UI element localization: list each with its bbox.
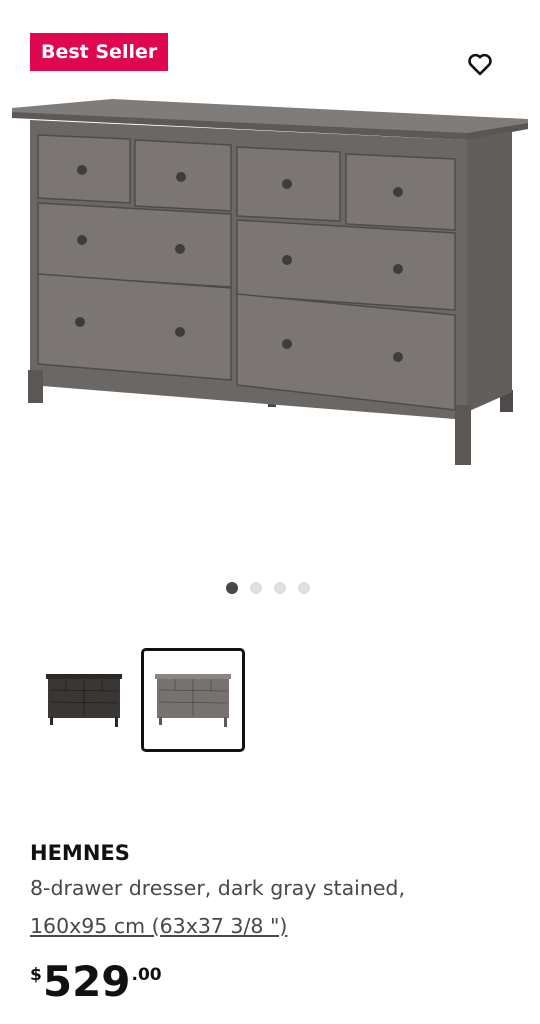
favorite-button[interactable] [460, 44, 500, 84]
thumbnail-dark-gray-selected[interactable] [141, 648, 245, 752]
heart-outline-icon [468, 53, 492, 76]
dresser-thumbnail-image [46, 674, 122, 727]
price-integer: 529 [42, 957, 131, 1006]
best-seller-badge: Best Seller [30, 33, 169, 71]
carousel-dot[interactable] [274, 582, 286, 594]
price-currency: $ [30, 965, 42, 985]
product-name: HEMNES [30, 841, 130, 865]
carousel-dot[interactable] [250, 582, 262, 594]
carousel-dot[interactable] [226, 582, 238, 594]
product-description: 8-drawer dresser, dark gray stained, [30, 876, 405, 900]
thumbnail-black-brown[interactable] [32, 648, 136, 752]
product-size-link[interactable]: 160x95 cm (63x37 3/8 ") [30, 914, 287, 938]
product-main-image[interactable] [0, 90, 540, 480]
carousel-dots[interactable] [226, 582, 310, 594]
dresser-thumbnail-image [155, 674, 231, 727]
price-decimal: .00 [131, 965, 162, 985]
product-price: $ 529 .00 [30, 955, 162, 1009]
carousel-dot[interactable] [298, 582, 310, 594]
